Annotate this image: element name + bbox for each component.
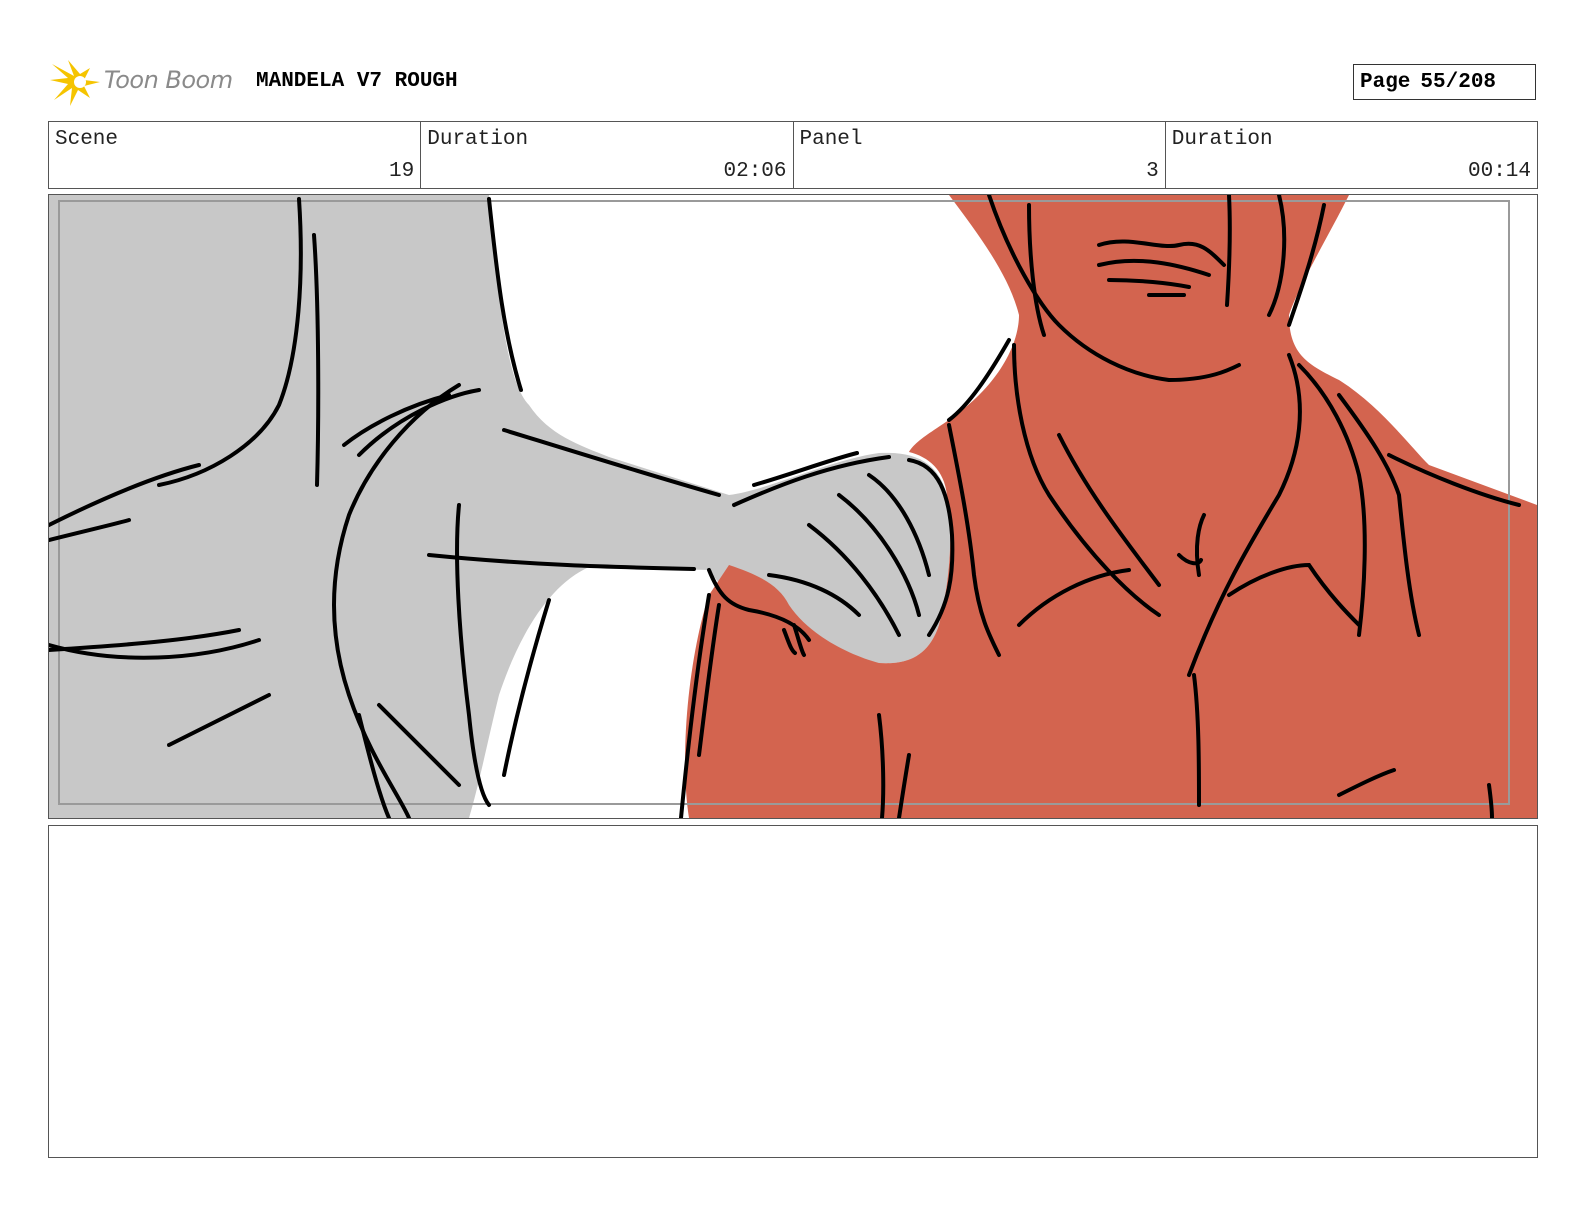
panel-duration-cell: Duration 00:14 <box>1166 122 1537 188</box>
scene-duration-value: 02:06 <box>723 160 787 183</box>
page-counter: Page 55/208 <box>1353 64 1536 100</box>
page-label: Page <box>1360 70 1411 94</box>
panel-value: 3 <box>1146 160 1159 183</box>
page-value: 55/208 <box>1420 70 1497 94</box>
panel-duration-label: Duration <box>1171 128 1273 151</box>
scene-label: Scene <box>55 128 119 151</box>
logo-text: Toon Boom <box>104 66 233 94</box>
starburst-icon <box>50 60 100 106</box>
storyboard-panel <box>48 194 1538 819</box>
panel-duration-value: 00:14 <box>1467 160 1531 183</box>
scene-duration-cell: Duration 02:06 <box>421 122 794 188</box>
panel-drawing <box>49 195 1537 818</box>
notes-box <box>48 825 1538 1158</box>
panel-cell: Panel 3 <box>794 122 1166 188</box>
project-title: MANDELA V7 ROUGH <box>256 70 458 93</box>
panel-label: Panel <box>799 128 863 151</box>
scene-cell: Scene 19 <box>49 122 422 188</box>
scene-value: 19 <box>389 160 415 183</box>
toon-boom-logo: Toon Boom <box>50 56 240 108</box>
scene-duration-label: Duration <box>427 128 529 151</box>
info-row: Scene 19 Duration 02:06 Panel 3 Duration… <box>48 121 1538 189</box>
